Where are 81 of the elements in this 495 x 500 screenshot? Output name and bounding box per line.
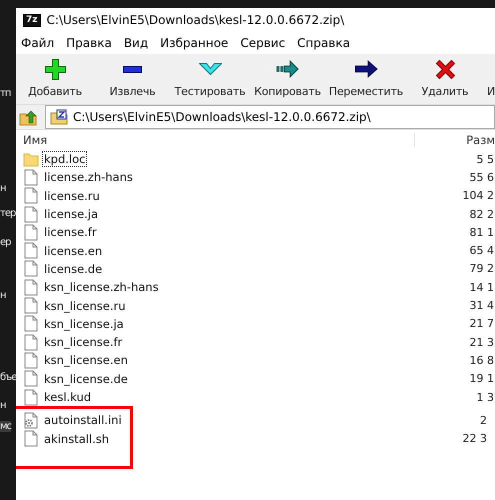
background-text: н: [0, 290, 6, 301]
address-field[interactable]: C:\Users\ElvinE5\Downloads\kesl-12.0.0.6672.zip\: [45, 105, 495, 129]
file-icon: [23, 370, 39, 388]
toolbar-button[interactable]: Тестировать: [171, 54, 249, 104]
chevron-icon: [198, 63, 222, 75]
file-name[interactable]: license.de: [42, 260, 104, 277]
file-name[interactable]: license.ja: [42, 206, 100, 222]
background-text: тп: [0, 88, 10, 99]
toolbar-button[interactable]: Добавить: [16, 54, 94, 104]
file-icon: [23, 242, 39, 260]
file-name[interactable]: license.ru: [42, 188, 102, 204]
file-icon: [23, 297, 39, 314]
toolbar-button[interactable]: И: [484, 54, 495, 104]
file-name[interactable]: akinstall.sh: [42, 430, 112, 447]
minus-icon: [123, 66, 142, 72]
file-name[interactable]: ksn_license.zh-hans: [42, 279, 161, 296]
background-text: мс: [0, 421, 12, 432]
settings-file-icon: [23, 412, 39, 429]
menu-item[interactable]: Вид: [124, 36, 148, 50]
toolbar-button[interactable]: Копировать: [249, 54, 326, 104]
file-size: 21 3: [470, 336, 495, 349]
toolbar-button[interactable]: Переместить: [326, 54, 406, 104]
file-size: 82 2: [470, 208, 495, 221]
file-icon: [23, 430, 39, 448]
file-icon: [23, 352, 39, 369]
toolbar-button[interactable]: Извлечь: [94, 54, 171, 104]
cross-icon: [434, 58, 456, 80]
file-size: 16 8: [470, 354, 495, 367]
file-size: 19 1: [470, 372, 495, 386]
file-icon: [23, 168, 39, 186]
file-icon: [23, 278, 39, 296]
file-name[interactable]: ksn_license.de: [42, 370, 130, 387]
file-size: 1 3: [476, 390, 495, 404]
window-title: C:\Users\ElvinE5\Downloads\kesl-12.0.0.6672.zip\: [46, 13, 344, 27]
file-name[interactable]: license.fr: [42, 224, 99, 240]
app-logo: 7z: [23, 14, 41, 26]
file-name[interactable]: kesl.kud: [42, 389, 94, 405]
plus-icon: [44, 58, 66, 80]
menu-item[interactable]: Сервис: [240, 36, 286, 50]
file-name[interactable]: ksn_license.en: [42, 352, 130, 368]
background-text: ер: [0, 237, 10, 248]
file-icon: [23, 224, 39, 241]
toolbar-button[interactable]: Удалить: [406, 54, 484, 104]
folder-up-icon[interactable]: [19, 108, 37, 126]
file-icon: [23, 334, 39, 351]
file-icon: [23, 260, 39, 278]
menu-item[interactable]: Файл: [21, 36, 54, 50]
file-size: 14 1: [470, 280, 495, 294]
file-name[interactable]: ksn_license.fr: [42, 334, 124, 350]
file-size: 31 4: [470, 299, 495, 312]
file-size: 2: [480, 414, 488, 427]
file-name[interactable]: license.en: [42, 242, 104, 259]
arrow-icon: [276, 60, 299, 78]
background-text: н: [0, 183, 6, 194]
file-size: 81 1: [470, 226, 495, 239]
background-text: тер: [0, 208, 16, 219]
file-size: 65 4: [470, 244, 495, 258]
archive-folder-icon: [50, 109, 68, 125]
file-name[interactable]: ksn_license.ja: [42, 316, 126, 332]
file-name[interactable]: license.zh-hans: [42, 169, 135, 186]
file-size: 79 2: [470, 262, 495, 276]
file-icon: [23, 315, 39, 332]
menu-item[interactable]: Избранное: [160, 36, 228, 50]
menu-item[interactable]: Справка: [297, 36, 350, 50]
file-size: 21 7: [470, 317, 495, 330]
file-name[interactable]: kpd.loc: [42, 151, 88, 168]
file-icon: [23, 206, 39, 223]
file-size: 22 3: [462, 432, 488, 446]
file-size: 104 2: [462, 189, 495, 202]
menu-item[interactable]: Правка: [66, 36, 112, 50]
file-name[interactable]: ksn_license.ru: [42, 298, 128, 314]
background-text: н: [0, 400, 6, 411]
column-header[interactable]: Разм: [414, 133, 495, 147]
column-header[interactable]: Имя: [16, 133, 414, 147]
folder-icon: [23, 150, 39, 168]
file-size: 5 5: [476, 152, 495, 166]
arrow-icon: [354, 60, 378, 78]
file-size: 55 6: [470, 170, 495, 184]
file-icon: [23, 388, 39, 406]
file-icon: [23, 187, 39, 204]
file-name[interactable]: autoinstall.ini: [42, 412, 124, 428]
